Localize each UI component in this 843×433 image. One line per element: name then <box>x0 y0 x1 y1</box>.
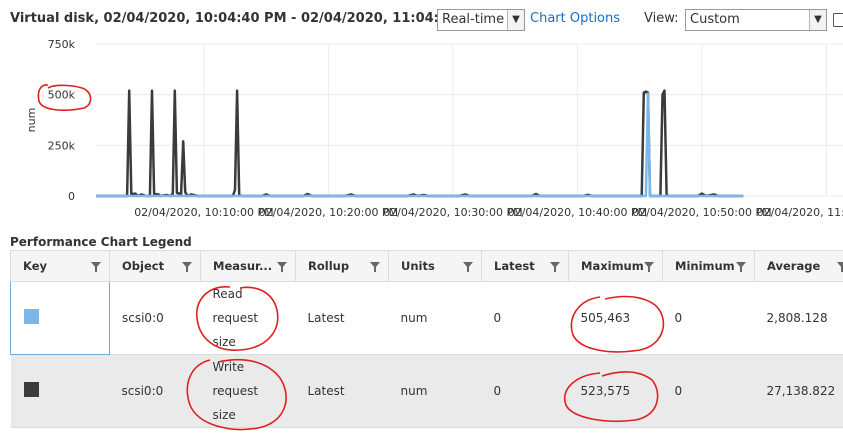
latest-cell: 0 <box>481 354 569 428</box>
export-icon[interactable] <box>833 13 843 27</box>
y-axis-label: num <box>25 108 38 133</box>
chart-grid <box>96 43 843 197</box>
column-header-rollup[interactable]: Rollup <box>295 250 389 282</box>
y-tick-label: 500k <box>48 89 76 102</box>
x-tick-label: 02/04/2020, 10:20:00 PM <box>259 206 398 219</box>
y-tick-label: 0 <box>68 190 75 203</box>
filter-icon[interactable] <box>644 262 654 272</box>
average-cell: 27,138.822 <box>754 354 843 428</box>
x-tick-label: 02/04/2020, 10:10:00 PM <box>134 206 273 219</box>
series-line <box>96 92 744 198</box>
column-header-maximum[interactable]: Maximum <box>568 250 663 282</box>
key-cell[interactable] <box>10 354 110 428</box>
filter-icon[interactable] <box>736 262 746 272</box>
table-row[interactable]: scsi0:0 Write request size Latest num 0 … <box>10 354 843 428</box>
y-axis: 750k 500k 250k 0 <box>48 38 76 203</box>
object-cell: scsi0:0 <box>109 354 201 428</box>
filter-icon[interactable] <box>277 262 287 272</box>
units-cell: num <box>388 281 482 355</box>
y-tick-label: 250k <box>48 139 76 152</box>
maximum-cell: 523,575 <box>568 354 663 428</box>
view-label: View: <box>644 11 679 26</box>
period-select[interactable]: Real-time ▼ <box>437 9 525 31</box>
rollup-cell: Latest <box>295 281 389 355</box>
rollup-cell: Latest <box>295 354 389 428</box>
chart-title: Virtual disk, 02/04/2020, 10:04:40 PM - … <box>10 11 484 26</box>
performance-chart: 750k 500k 250k 0 num 02/04/2020, 10:10:00 P… <box>25 38 843 219</box>
column-header-latest[interactable]: Latest <box>481 250 569 282</box>
x-tick-label: 02/04/2020, 10:30:00 PM <box>383 206 522 219</box>
filter-icon[interactable] <box>91 262 101 272</box>
y-tick-label: 750k <box>48 38 76 51</box>
filter-icon[interactable] <box>463 262 473 272</box>
chart-series <box>96 89 744 198</box>
x-tick-label: 02/04/2020, 11:00:00 PM <box>757 206 843 219</box>
measurement-cell: Write request size <box>200 354 296 428</box>
filter-icon[interactable] <box>370 262 380 272</box>
chevron-down-icon: ▼ <box>507 10 524 30</box>
average-cell: 2,808.128 <box>754 281 843 355</box>
x-tick-label: 02/04/2020, 10:40:00 PM <box>508 206 647 219</box>
minimum-cell: 0 <box>662 281 755 355</box>
column-header-object[interactable]: Object <box>109 250 201 282</box>
legend-title: Performance Chart Legend <box>10 235 192 249</box>
filter-icon[interactable] <box>837 262 843 272</box>
x-axis: 02/04/2020, 10:10:00 PM02/04/2020, 10:20… <box>134 206 843 219</box>
filter-icon[interactable] <box>550 262 560 272</box>
chart-options-link[interactable]: Chart Options <box>530 11 620 26</box>
column-header-measurement[interactable]: Measur... <box>200 250 296 282</box>
column-header-minimum[interactable]: Minimum <box>662 250 755 282</box>
latest-cell: 0 <box>481 281 569 355</box>
maximum-cell: 505,463 <box>568 281 663 355</box>
key-swatch <box>24 309 39 324</box>
legend-table: Key Object Measur... Rollup Units Latest… <box>10 250 843 428</box>
key-swatch <box>23 382 39 397</box>
filter-icon[interactable] <box>182 262 192 272</box>
view-select-value: Custom <box>690 12 740 27</box>
chevron-down-icon: ▼ <box>809 10 826 30</box>
object-cell: scsi0:0 <box>109 281 201 355</box>
minimum-cell: 0 <box>662 354 755 428</box>
key-cell[interactable] <box>10 281 110 355</box>
measurement-cell: Read request size <box>200 281 296 355</box>
period-select-value: Real-time <box>442 12 505 27</box>
column-header-units[interactable]: Units <box>388 250 482 282</box>
x-tick-label: 02/04/2020, 10:50:00 PM <box>632 206 771 219</box>
table-row[interactable]: scsi0:0 Read request size Latest num 0 5… <box>10 281 843 355</box>
column-header-key[interactable]: Key <box>10 250 110 282</box>
units-cell: num <box>388 354 482 428</box>
column-header-average[interactable]: Average <box>754 250 843 282</box>
legend-header-row: Key Object Measur... Rollup Units Latest… <box>10 250 843 282</box>
view-select[interactable]: Custom ▼ <box>685 9 827 31</box>
